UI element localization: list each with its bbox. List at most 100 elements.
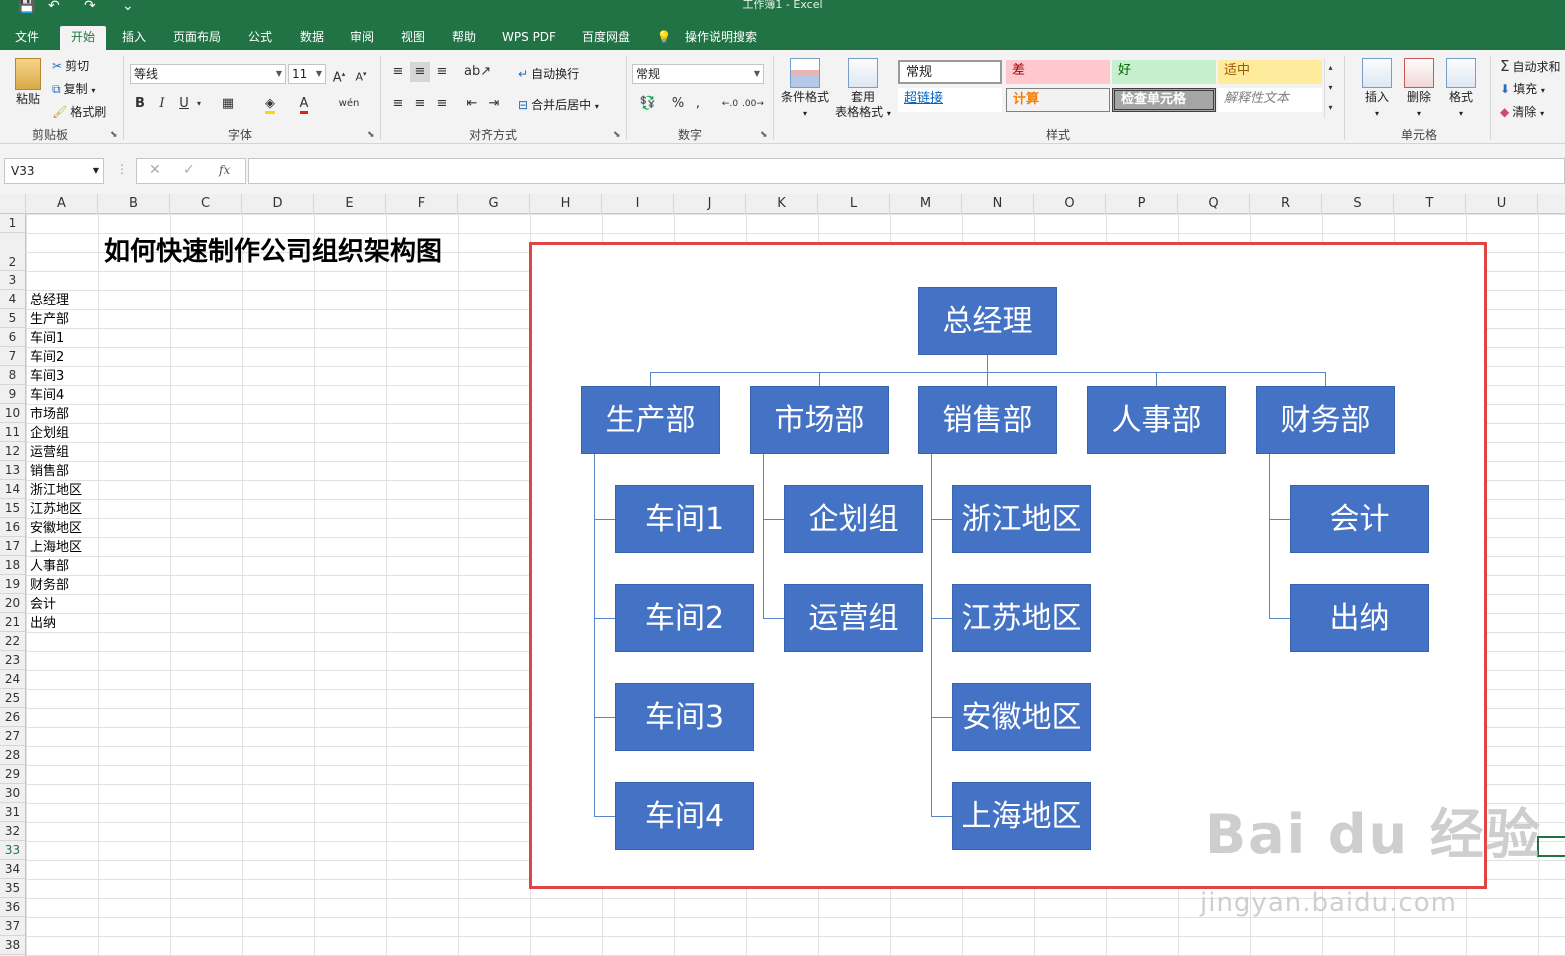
org-node-child[interactable]: 车间4 — [615, 782, 754, 850]
align-middle-icon[interactable]: ≡ — [410, 62, 430, 82]
font-name-select[interactable]: 等线 ▼ — [130, 64, 286, 84]
column-header-M[interactable]: M — [890, 194, 962, 214]
org-node-child[interactable]: 浙江地区 — [952, 485, 1091, 553]
list-item[interactable]: 车间2 — [30, 348, 64, 367]
tab-baidu-netdisk[interactable]: 百度网盘 — [574, 26, 638, 50]
list-item[interactable]: 出纳 — [30, 614, 56, 633]
row-header-11[interactable]: 11 — [0, 423, 25, 442]
cancel-icon[interactable]: ✕ — [149, 162, 161, 178]
row-header-17[interactable]: 17 — [0, 537, 25, 556]
column-header-D[interactable]: D — [242, 194, 314, 214]
org-node-department[interactable]: 财务部 — [1256, 386, 1395, 454]
row-header-35[interactable]: 35 — [0, 879, 25, 898]
row-header-29[interactable]: 29 — [0, 765, 25, 784]
column-header-E[interactable]: E — [314, 194, 386, 214]
conditional-format-button[interactable]: 条件格式 ▾ — [778, 58, 832, 121]
style-neutral[interactable]: 适中 — [1218, 60, 1322, 84]
org-node-child[interactable]: 企划组 — [784, 485, 923, 553]
column-header-B[interactable]: B — [98, 194, 170, 214]
org-node-child[interactable]: 运营组 — [784, 584, 923, 652]
underline-button[interactable]: U — [176, 94, 192, 114]
increase-decimal-icon[interactable]: ←.0 — [720, 94, 740, 114]
org-node-child[interactable]: 江苏地区 — [952, 584, 1091, 652]
style-calculation[interactable]: 计算 — [1006, 88, 1110, 112]
currency-icon[interactable]: 💱 — [634, 94, 662, 114]
row-header-15[interactable]: 15 — [0, 499, 25, 518]
row-header-19[interactable]: 19 — [0, 575, 25, 594]
row-header-21[interactable]: 21 — [0, 613, 25, 632]
align-top-icon[interactable]: ≡ — [388, 62, 408, 82]
column-header-P[interactable]: P — [1106, 194, 1178, 214]
number-launcher-icon[interactable]: ⬊ — [760, 130, 768, 140]
list-item[interactable]: 财务部 — [30, 576, 69, 595]
list-item[interactable]: 江苏地区 — [30, 500, 82, 519]
insert-function-icon[interactable]: fx — [219, 163, 230, 177]
row-header-4[interactable]: 4 — [0, 290, 25, 309]
list-item[interactable]: 上海地区 — [30, 538, 82, 557]
column-header-U[interactable]: U — [1466, 194, 1538, 214]
style-good[interactable]: 好 — [1112, 60, 1216, 84]
list-item[interactable]: 车间1 — [30, 329, 64, 348]
list-item[interactable]: 总经理 — [30, 291, 69, 310]
row-header-34[interactable]: 34 — [0, 860, 25, 879]
org-node-department[interactable]: 市场部 — [750, 386, 889, 454]
org-node-root[interactable]: 总经理 — [918, 287, 1057, 355]
row-header-14[interactable]: 14 — [0, 480, 25, 499]
row-header-7[interactable]: 7 — [0, 347, 25, 366]
column-header-R[interactable]: R — [1250, 194, 1322, 214]
tab-file[interactable]: 文件 — [6, 26, 48, 50]
row-header-33[interactable]: 33 — [0, 841, 25, 860]
select-all-corner[interactable] — [0, 194, 26, 214]
tab-wps-pdf[interactable]: WPS PDF — [496, 26, 562, 50]
row-header-18[interactable]: 18 — [0, 556, 25, 575]
merge-center-button[interactable]: ⊟ 合并后居中 ▾ — [518, 96, 599, 113]
column-header-N[interactable]: N — [962, 194, 1034, 214]
column-header-K[interactable]: K — [746, 194, 818, 214]
align-center-icon[interactable]: ≡ — [410, 94, 430, 114]
row-header-6[interactable]: 6 — [0, 328, 25, 347]
column-header-C[interactable]: C — [170, 194, 242, 214]
list-item[interactable]: 车间3 — [30, 367, 64, 386]
tell-me-search[interactable]: 操作说明搜索 — [678, 26, 764, 50]
row-header-24[interactable]: 24 — [0, 670, 25, 689]
column-header-I[interactable]: I — [602, 194, 674, 214]
row-header-16[interactable]: 16 — [0, 518, 25, 537]
align-right-icon[interactable]: ≡ — [432, 94, 452, 114]
column-header-T[interactable]: T — [1394, 194, 1466, 214]
row-header-23[interactable]: 23 — [0, 651, 25, 670]
font-launcher-icon[interactable]: ⬊ — [367, 130, 375, 140]
decrease-indent-icon[interactable]: ⇤ — [462, 94, 482, 114]
decrease-font-icon[interactable]: A▾ — [352, 64, 370, 84]
phonetic-guide-icon[interactable]: wén — [338, 94, 360, 114]
row-header-13[interactable]: 13 — [0, 461, 25, 480]
percent-button[interactable]: % — [670, 94, 686, 114]
org-node-child[interactable]: 安徽地区 — [952, 683, 1091, 751]
name-box[interactable]: V33 ▼ — [4, 158, 104, 184]
font-size-select[interactable]: 11 ▼ — [288, 64, 326, 84]
sheet-title[interactable]: 如何快速制作公司组织架构图 — [104, 237, 442, 267]
cut-button[interactable]: ✂ 剪切 — [52, 57, 89, 74]
row-header-8[interactable]: 8 — [0, 366, 25, 385]
row-header-27[interactable]: 27 — [0, 727, 25, 746]
list-item[interactable]: 市场部 — [30, 405, 69, 424]
border-icon[interactable]: ▦ — [218, 94, 238, 114]
clipboard-launcher-icon[interactable]: ⬊ — [110, 130, 118, 140]
row-header-36[interactable]: 36 — [0, 898, 25, 917]
column-header-A[interactable]: A — [26, 194, 98, 214]
decrease-decimal-icon[interactable]: .00→ — [742, 94, 764, 114]
list-item[interactable]: 人事部 — [30, 557, 69, 576]
italic-button[interactable]: I — [154, 94, 170, 114]
column-header-S[interactable]: S — [1322, 194, 1394, 214]
orientation-icon[interactable]: ab↗ — [464, 62, 491, 82]
number-format-select[interactable]: 常规 ▼ — [632, 64, 764, 84]
row-header-25[interactable]: 25 — [0, 689, 25, 708]
row-header-5[interactable]: 5 — [0, 309, 25, 328]
style-explanatory[interactable]: 解释性文本 — [1218, 88, 1322, 112]
increase-indent-icon[interactable]: ⇥ — [484, 94, 504, 114]
tab-review[interactable]: 审阅 — [342, 26, 382, 50]
bold-button[interactable]: B — [132, 94, 148, 114]
fill-color-icon[interactable]: ◈ — [260, 94, 280, 114]
row-header-20[interactable]: 20 — [0, 594, 25, 613]
comma-style-icon[interactable]: , — [692, 94, 704, 114]
style-bad[interactable]: 差 — [1006, 60, 1110, 84]
